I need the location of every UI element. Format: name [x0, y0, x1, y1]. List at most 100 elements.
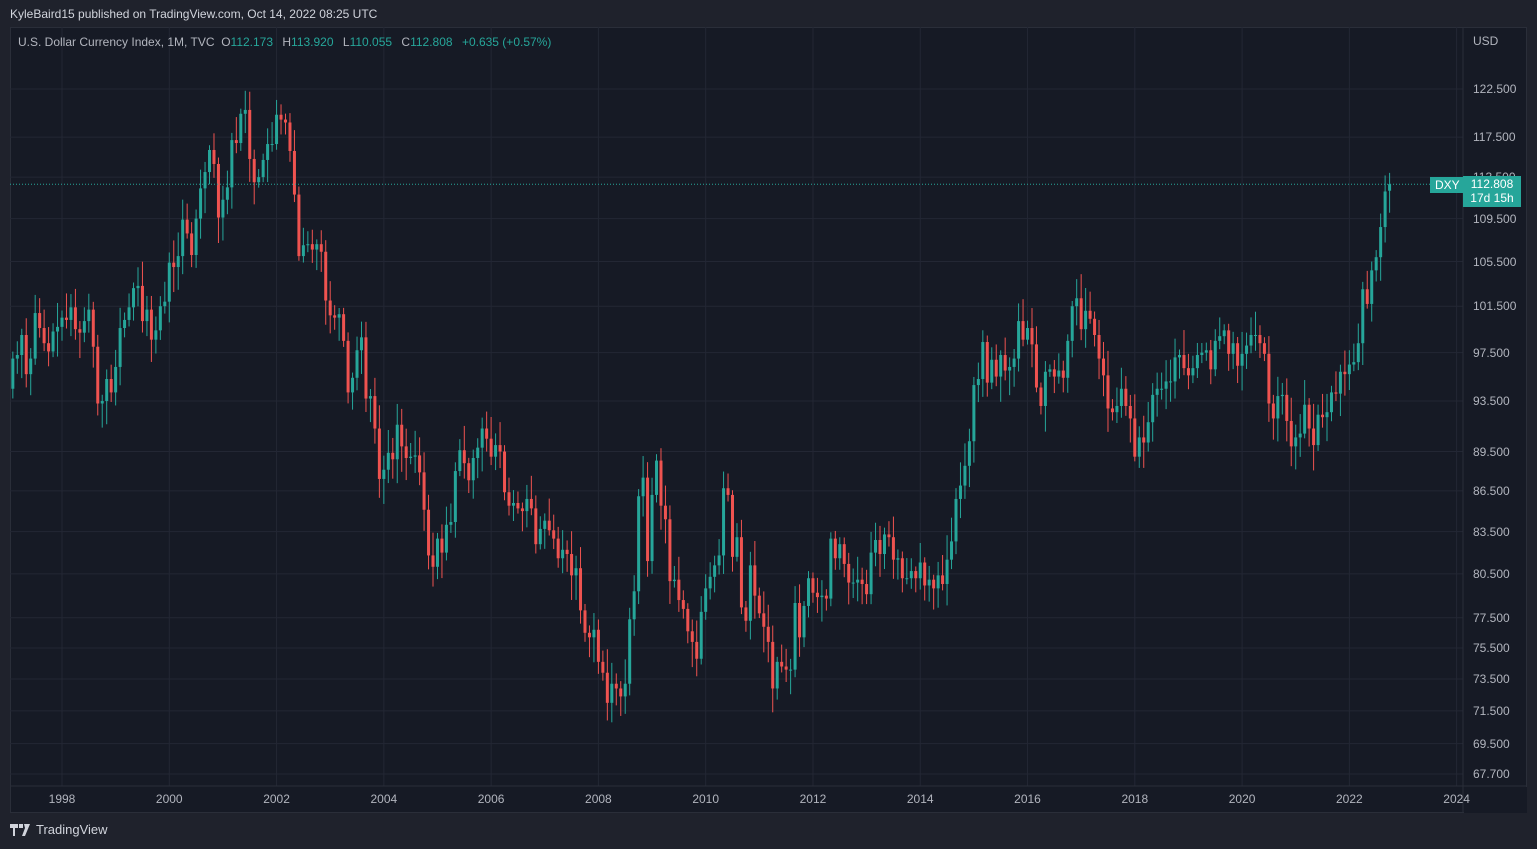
- candle-up: [972, 385, 976, 442]
- price-tick-label: 75.500: [1473, 640, 1510, 655]
- low-value: 110.055: [349, 35, 393, 49]
- candle-up: [789, 669, 793, 671]
- candle-up: [413, 455, 417, 457]
- candle-down: [310, 244, 314, 250]
- candle-up: [561, 549, 565, 559]
- candle-down: [619, 688, 623, 697]
- candle-down: [529, 498, 533, 509]
- candle-down: [431, 555, 435, 567]
- candle-down: [288, 122, 292, 151]
- candle-down: [780, 661, 784, 667]
- candle-down: [784, 666, 788, 670]
- candle-up: [650, 494, 654, 562]
- candle-down: [404, 446, 408, 458]
- candle-up: [435, 538, 439, 567]
- candle-up: [132, 288, 136, 308]
- candle-up: [1164, 381, 1168, 389]
- last-price: 112.808: [1470, 177, 1514, 191]
- candlestick-chart[interactable]: [10, 27, 1527, 813]
- candle-down: [1061, 370, 1065, 378]
- candle-down: [96, 346, 100, 404]
- candle-down: [346, 340, 350, 393]
- candle-up: [704, 588, 708, 612]
- candle-up: [1200, 352, 1204, 356]
- candle-down: [1093, 318, 1097, 336]
- candle-up: [1178, 355, 1181, 358]
- candle-up: [976, 378, 980, 386]
- candle-up: [494, 445, 498, 457]
- candle-down: [422, 472, 426, 510]
- candle-down: [503, 451, 507, 493]
- candle-up: [874, 539, 878, 553]
- candle-down: [319, 244, 323, 252]
- candle-down: [24, 335, 28, 375]
- candle-down: [552, 530, 556, 539]
- candle-up: [1379, 227, 1383, 258]
- candle-up: [176, 256, 180, 268]
- candle-up: [60, 317, 64, 327]
- tradingview-logo-icon: [10, 823, 30, 836]
- candle-up: [936, 575, 940, 589]
- candle-up: [1356, 343, 1360, 363]
- candle-up: [100, 401, 104, 404]
- candle-down: [1128, 405, 1132, 419]
- time-tick-label: 1998: [48, 792, 76, 806]
- tradingview-footer[interactable]: TradingView: [10, 822, 108, 837]
- candle-up: [793, 602, 797, 670]
- candle-up: [261, 159, 265, 178]
- candle-down: [757, 595, 761, 614]
- price-tick-label: 105.500: [1473, 254, 1517, 269]
- price-tick-label: 73.500: [1473, 672, 1510, 686]
- candle-up: [748, 565, 752, 621]
- candle-down: [364, 337, 368, 399]
- candle-up: [1218, 336, 1222, 341]
- candle-up: [359, 337, 363, 351]
- candle-up: [208, 149, 212, 173]
- candle-down: [847, 563, 851, 583]
- candle-up: [882, 534, 886, 555]
- candle-up: [967, 441, 971, 466]
- candle-up: [444, 524, 448, 553]
- candle-up: [69, 307, 73, 320]
- candle-down: [1021, 321, 1025, 340]
- candle-up: [257, 177, 261, 183]
- candle-down: [1321, 414, 1325, 418]
- candle-up: [1048, 369, 1052, 372]
- candle-up: [266, 144, 270, 160]
- open-label: O: [221, 35, 231, 49]
- candle-up: [382, 469, 386, 479]
- candle-down: [744, 607, 748, 621]
- candle-up: [1191, 368, 1195, 376]
- candle-down: [38, 313, 42, 329]
- candle-down: [887, 534, 891, 538]
- candle-down: [212, 149, 216, 164]
- candle-up: [386, 452, 390, 470]
- candle-up: [1374, 257, 1378, 271]
- price-tick-label: 93.500: [1473, 394, 1510, 409]
- candle-down: [73, 307, 77, 330]
- candle-up: [1240, 353, 1244, 366]
- candle-up: [1173, 357, 1177, 382]
- candle-up: [145, 309, 149, 322]
- candle-down: [279, 114, 283, 120]
- candle-up: [945, 559, 949, 585]
- candle-down: [1088, 310, 1092, 319]
- candle-up: [869, 552, 873, 595]
- candle-up: [543, 520, 547, 529]
- candle-down: [64, 317, 68, 320]
- candle-up: [954, 498, 958, 542]
- candle-up: [1347, 364, 1351, 375]
- candle-up: [453, 471, 457, 523]
- candle-down: [601, 661, 605, 673]
- candle-down: [815, 592, 819, 598]
- candle-down: [695, 641, 699, 659]
- candle-down: [109, 378, 113, 393]
- time-tick-label: 2020: [1228, 792, 1256, 806]
- candle-up: [476, 447, 480, 458]
- candle-down: [565, 549, 569, 555]
- candle-up: [1298, 433, 1302, 438]
- candle-down: [914, 571, 918, 579]
- candle-up: [351, 377, 355, 393]
- candle-up: [851, 582, 855, 584]
- candle-down: [605, 672, 609, 703]
